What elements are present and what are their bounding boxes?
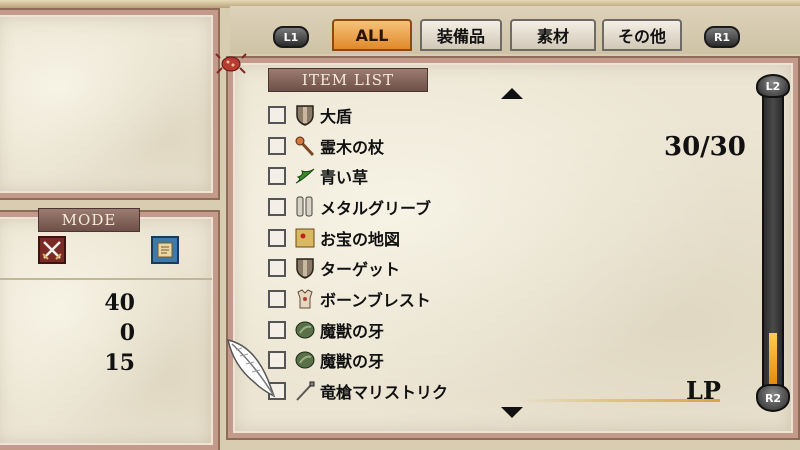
tab-equipment[interactable]: 装備品 <box>420 19 502 51</box>
feather-cursor-icon <box>224 336 280 402</box>
herb-icon <box>294 164 316 188</box>
l2-button[interactable]: L2 <box>756 74 790 98</box>
item-checkbox[interactable] <box>268 198 286 216</box>
crossed-swords-icon[interactable] <box>38 236 66 264</box>
list-item[interactable]: お宝の地図 <box>268 225 400 251</box>
scroll-icon[interactable] <box>151 236 179 264</box>
item-checkbox[interactable] <box>268 106 286 124</box>
scroll-up-arrow-icon[interactable] <box>501 88 523 99</box>
stat-value-1: 40 <box>104 290 135 316</box>
item-list-title: ITEM LIST <box>268 68 428 92</box>
spear-icon <box>294 379 316 403</box>
list-item[interactable]: ボーンブレスト <box>268 286 431 312</box>
list-item[interactable]: 魔獣の牙 <box>268 317 384 343</box>
item-name: ターゲット <box>320 260 401 279</box>
item-checkbox[interactable] <box>268 137 286 155</box>
stat-value-3: 15 <box>104 350 135 376</box>
map-icon <box>294 226 316 250</box>
list-item[interactable]: メタルグリーブ <box>268 194 431 220</box>
list-item[interactable]: 青い草 <box>268 163 368 189</box>
item-checkbox[interactable] <box>268 229 286 247</box>
scroll-down-arrow-icon[interactable] <box>501 407 523 418</box>
list-item[interactable]: ターゲット <box>268 255 400 281</box>
item-name: 竜槍マリストリク <box>320 383 449 402</box>
r1-button[interactable]: R1 <box>704 26 740 48</box>
item-name: お宝の地図 <box>320 230 401 249</box>
r2-button[interactable]: R2 <box>756 384 790 412</box>
armor-icon <box>294 287 316 311</box>
durability-value: 30/30 <box>664 132 746 162</box>
item-checkbox[interactable] <box>268 259 286 277</box>
mode-divider <box>0 278 212 280</box>
shield-icon <box>294 103 316 127</box>
info-panel <box>0 8 220 200</box>
list-item[interactable]: 魔獣の牙 <box>268 347 384 373</box>
item-name: ボーンブレスト <box>320 291 431 310</box>
fang-icon <box>294 318 316 342</box>
scrollbar-track[interactable] <box>762 90 784 390</box>
shield-icon <box>294 256 316 280</box>
list-item[interactable]: 竜槍マリストリク <box>268 378 448 404</box>
item-name: メタルグリーブ <box>320 199 432 218</box>
list-item[interactable]: 霊木の杖 <box>268 133 384 159</box>
item-name: 魔獣の牙 <box>320 352 385 371</box>
staff-icon <box>294 134 316 158</box>
lp-label: LP <box>686 376 721 405</box>
item-name: 青い草 <box>320 168 369 187</box>
item-checkbox[interactable] <box>268 290 286 308</box>
mode-title: MODE <box>38 208 140 232</box>
mode-panel <box>0 210 220 450</box>
l1-button[interactable]: L1 <box>273 26 309 48</box>
fang-icon <box>294 348 316 372</box>
tab-other[interactable]: その他 <box>602 19 682 51</box>
crab-ornament-icon <box>214 48 248 78</box>
item-name: 大盾 <box>320 107 353 126</box>
list-item[interactable]: 大盾 <box>268 102 352 128</box>
item-name: 魔獣の牙 <box>320 322 385 341</box>
item-checkbox[interactable] <box>268 167 286 185</box>
scrollbar-fill <box>769 333 777 386</box>
stat-value-2: 0 <box>119 320 135 346</box>
greaves-icon <box>294 195 316 219</box>
tab-materials[interactable]: 素材 <box>510 19 596 51</box>
tab-all[interactable]: ALL <box>332 19 412 51</box>
item-name: 霊木の杖 <box>320 138 385 157</box>
